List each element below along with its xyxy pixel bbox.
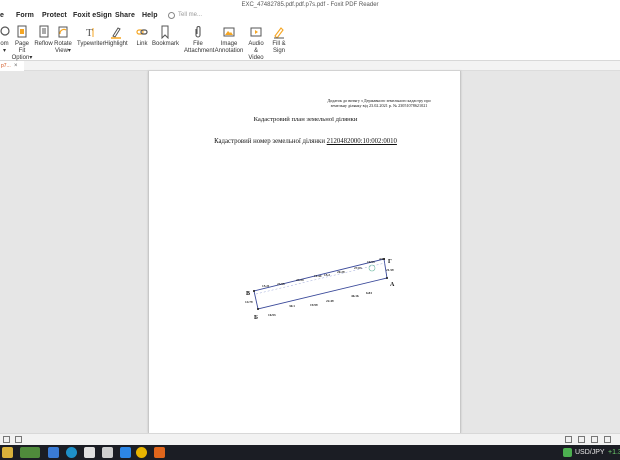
pages-panel-icon[interactable]	[3, 436, 10, 443]
menu-bar: e Form Protect Foxit eSign Share Help Te…	[0, 10, 620, 23]
bookmark-button[interactable]: Bookmark	[152, 23, 179, 61]
close-tab-icon[interactable]: ×	[14, 61, 18, 71]
cadastral-number-label: Кадастровий номер земельної ділянки	[214, 138, 327, 145]
edge-length-top-6: 20.29	[337, 270, 345, 274]
plot-outline	[253, 258, 388, 310]
svg-text:T: T	[86, 27, 93, 39]
menu-tab-form[interactable]: Form	[16, 12, 34, 19]
menu-tab-home[interactable]: e	[0, 12, 4, 19]
corner-label-a: А	[390, 282, 395, 288]
facing-view-icon[interactable]	[591, 436, 598, 443]
edge-length-bottom-4: 22.49	[326, 299, 334, 303]
document-tab-label: p7...	[1, 63, 11, 69]
corner-label-b: Б	[254, 315, 258, 321]
link-button[interactable]: Link	[134, 23, 150, 61]
paperclip-icon	[191, 25, 205, 39]
tell-me-search[interactable]: Tell me...	[168, 11, 208, 22]
edge-length-bottom-1: 16.93	[268, 313, 276, 317]
edge-length-top-8: 19.93	[367, 260, 375, 264]
edge-length-left: 14.79	[245, 300, 253, 304]
highlight-button[interactable]: Highlight	[104, 23, 128, 61]
single-page-view-icon[interactable]	[565, 436, 572, 443]
thumbnail-icon[interactable]	[15, 436, 22, 443]
edge-length-top-4: 11.44	[314, 274, 322, 278]
rotate-view-button[interactable]: Rotate View▾	[54, 23, 72, 61]
edge-browser-icon[interactable]	[66, 447, 77, 458]
land-plot-drawing: В Б А Г 14.79 21.59 15.21 23.95 23.24 11…	[245, 257, 395, 321]
windows-taskbar: USD/JPY +1.3	[0, 445, 620, 460]
ticker-change: +1.3	[608, 449, 620, 456]
annex-note: Додаток до витягу з Державного земельног…	[319, 98, 439, 108]
corner-label-v: В	[246, 291, 250, 297]
ribbon-toolbar: om ▾ Page Fit Option▾ Reflow Rotate View▾ T…	[0, 23, 620, 61]
zoom-button[interactable]: om ▾	[0, 23, 10, 61]
chrome-icon[interactable]	[136, 447, 147, 458]
pdf-page[interactable]: Додаток до витягу з Державного земельног…	[148, 71, 461, 433]
page-fit-option-button[interactable]: Page Fit Option▾	[11, 23, 33, 61]
image-icon	[222, 25, 236, 39]
file-attachment-button[interactable]: File Attachment	[184, 23, 214, 61]
weather-widget-icon[interactable]	[20, 447, 40, 458]
menu-tab-help[interactable]: Help	[142, 12, 158, 19]
rotate-icon	[56, 25, 70, 39]
edge-length-top-7: 27.03	[354, 266, 362, 270]
menu-tab-protect[interactable]: Protect	[42, 12, 67, 19]
document-workspace[interactable]: Додаток до витягу з Державного земельног…	[0, 71, 620, 433]
corner-point-a	[386, 277, 388, 279]
document-tab[interactable]: p7... ×	[0, 61, 24, 71]
foxit-pdf-reader-window: EXC_47482785.pdf.pdf.p7s.pdf - Foxit PDF…	[0, 0, 620, 460]
cadastral-number-line: Кадастровий номер земельної ділянки 2120…	[149, 138, 462, 145]
lightbulb-icon	[168, 12, 175, 19]
image-annotation-button[interactable]: Image Annotation	[214, 23, 244, 61]
plan-title: Кадастровий план земельної ділянки	[253, 116, 358, 123]
media-icon	[249, 25, 263, 39]
fill-sign-icon	[272, 25, 286, 39]
title-bar: EXC_47482785.pdf.pdf.p7s.pdf - Foxit PDF…	[0, 0, 620, 10]
typewriter-button[interactable]: T Typewriter	[77, 23, 105, 61]
typewriter-icon: T	[83, 25, 97, 39]
plot-boundary	[253, 258, 388, 310]
corner-point-b	[257, 308, 259, 310]
annex-line-2: земельну ділянку від 23.02.2021 р. № 230…	[330, 103, 428, 108]
foxit-taskbar-icon[interactable]	[154, 447, 165, 458]
edge-length-bottom-2: 30.1	[289, 304, 295, 308]
fill-sign-button[interactable]: Fill & Sign	[270, 23, 288, 61]
edge-length-top-5: 15.2	[324, 273, 330, 277]
store-icon[interactable]	[102, 447, 113, 458]
highlight-icon	[109, 25, 123, 39]
reflow-button[interactable]: Reflow	[34, 23, 53, 61]
app-icon[interactable]	[120, 447, 131, 458]
file-explorer-icon[interactable]	[48, 447, 59, 458]
widgets-icon[interactable]	[2, 447, 13, 458]
edge-length-right: 21.59	[386, 268, 394, 272]
edge-length-bottom-6: 6.83	[366, 291, 372, 295]
menu-tab-share[interactable]: Share	[115, 12, 135, 19]
tell-me-placeholder: Tell me...	[178, 12, 203, 18]
ticker-symbol[interactable]: USD/JPY	[575, 447, 605, 458]
link-icon	[135, 25, 149, 39]
audio-video-button[interactable]: Audio & Video	[246, 23, 266, 61]
page-fit-icon	[15, 25, 29, 39]
corner-point-v	[253, 290, 255, 292]
corner-label-g: Г	[388, 259, 392, 265]
continuous-view-icon[interactable]	[578, 436, 585, 443]
menu-tab-foxit-esign[interactable]: Foxit eSign	[73, 12, 112, 19]
window-title: EXC_47482785.pdf.pdf.p7s.pdf - Foxit PDF…	[241, 2, 379, 8]
edge-length-top-9: 4.98	[379, 257, 385, 261]
reflow-icon	[37, 25, 51, 39]
edge-length-top-2: 23.95	[277, 282, 285, 286]
document-tab-strip: p7... ×	[0, 61, 620, 71]
zoom-out-icon[interactable]	[604, 436, 611, 443]
mail-icon[interactable]	[84, 447, 95, 458]
ticker-icon	[563, 448, 572, 457]
edge-length-top-3: 23.24	[296, 278, 304, 282]
status-bar	[0, 433, 620, 445]
survey-marker	[368, 264, 376, 272]
bookmark-icon	[158, 25, 172, 39]
plot-inner-line	[255, 262, 386, 295]
cadastral-number: 2120482000:10:002:0010	[326, 138, 397, 145]
edge-length-bottom-5: 46.16	[351, 294, 359, 298]
edge-length-bottom-3: 19.99	[310, 303, 318, 307]
edge-length-top-1: 15.21	[262, 284, 270, 288]
